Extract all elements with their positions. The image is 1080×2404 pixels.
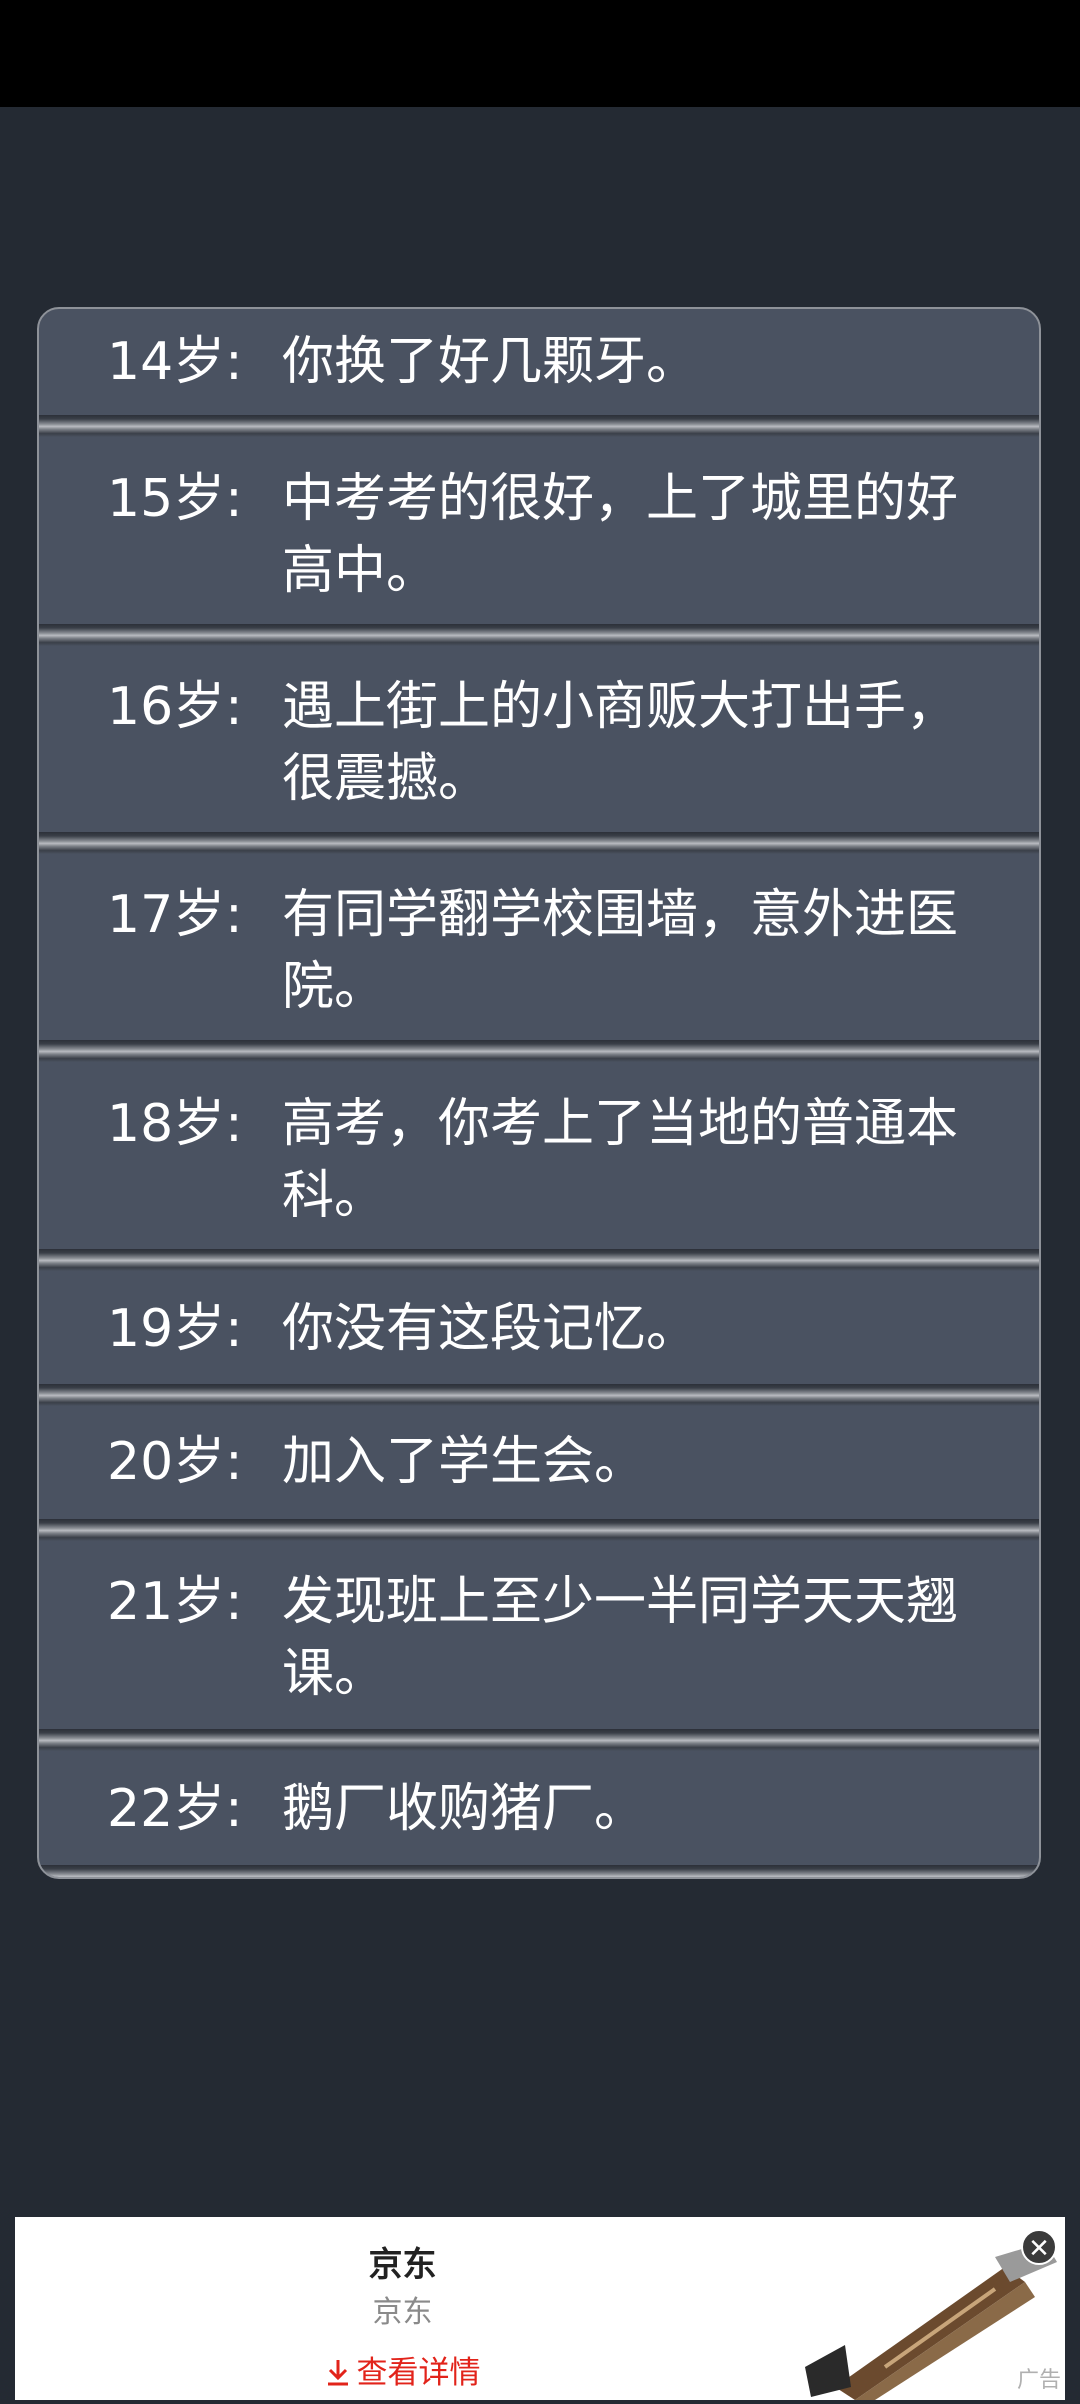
row-divider xyxy=(39,1729,1039,1751)
row-divider xyxy=(39,415,1039,437)
life-event-row: 16岁: 遇上街上的小商贩大打出手，很震撼。 xyxy=(39,646,1039,832)
life-event-row: 18岁: 高考，你考上了当地的普通本科。 xyxy=(39,1062,1039,1249)
event-text: 高考，你考上了当地的普通本科。 xyxy=(282,1094,959,1226)
row-divider xyxy=(39,624,1039,646)
ad-label: 广告 xyxy=(1016,2368,1061,2393)
ad-banner[interactable]: 京东 京东 查看详情 ✕ 广告 xyxy=(15,2217,1065,2400)
row-divider xyxy=(39,1384,1039,1406)
life-events-panel: 14岁: 你换了好几颗牙。 15岁: 中考考的很好，上了城里的好高中。 16岁:… xyxy=(37,307,1041,1879)
ad-details-link[interactable]: 查看详情 xyxy=(15,2347,790,2392)
life-event-row: 20岁: 加入了学生会。 xyxy=(39,1406,1039,1519)
row-divider xyxy=(39,832,1039,854)
status-bar xyxy=(0,0,1080,107)
event-age: 15岁: xyxy=(107,469,243,529)
event-text: 加入了学生会。 xyxy=(282,1432,647,1492)
life-event-row: 19岁: 你没有这段记忆。 xyxy=(39,1271,1039,1384)
event-age: 14岁: xyxy=(107,332,243,392)
event-text: 你没有这段记忆。 xyxy=(282,1299,699,1359)
event-age: 22岁: xyxy=(107,1779,243,1839)
event-age: 20岁: xyxy=(107,1432,243,1492)
event-text: 发现班上至少一半同学天天翘课。 xyxy=(282,1572,959,1704)
event-text: 有同学翻学校围墙，意外进医院。 xyxy=(282,885,959,1017)
event-text: 鹅厂收购猪厂。 xyxy=(282,1779,647,1839)
ad-subtitle: 京东 xyxy=(372,2295,433,2330)
row-divider xyxy=(39,1040,1039,1062)
life-event-row: 17岁: 有同学翻学校围墙，意外进医院。 xyxy=(39,854,1039,1040)
event-text: 你换了好几颗牙。 xyxy=(282,332,699,392)
life-event-row: 21岁: 发现班上至少一半同学天天翘课。 xyxy=(39,1541,1039,1729)
life-event-row: 15岁: 中考考的很好，上了城里的好高中。 xyxy=(39,437,1039,624)
ad-cta-label: 查看详情 xyxy=(356,2355,481,2391)
download-arrow-icon xyxy=(325,2355,351,2391)
row-divider xyxy=(39,1865,1039,1877)
event-text: 中考考的很好，上了城里的好高中。 xyxy=(282,469,959,601)
life-event-row: 22岁: 鹅厂收购猪厂。 xyxy=(39,1751,1039,1865)
event-text: 遇上街上的小商贩大打出手，很震撼。 xyxy=(282,677,959,809)
event-age: 18岁: xyxy=(107,1094,243,1154)
close-icon[interactable]: ✕ xyxy=(1021,2229,1057,2265)
event-age: 17岁: xyxy=(107,885,243,945)
event-age: 19岁: xyxy=(107,1299,243,1359)
life-event-row: 14岁: 你换了好几颗牙。 xyxy=(39,309,1039,415)
row-divider xyxy=(39,1519,1039,1541)
ad-title: 京东 xyxy=(368,2245,437,2285)
event-age: 21岁: xyxy=(107,1572,243,1632)
event-age: 16岁: xyxy=(107,677,243,737)
row-divider xyxy=(39,1249,1039,1271)
